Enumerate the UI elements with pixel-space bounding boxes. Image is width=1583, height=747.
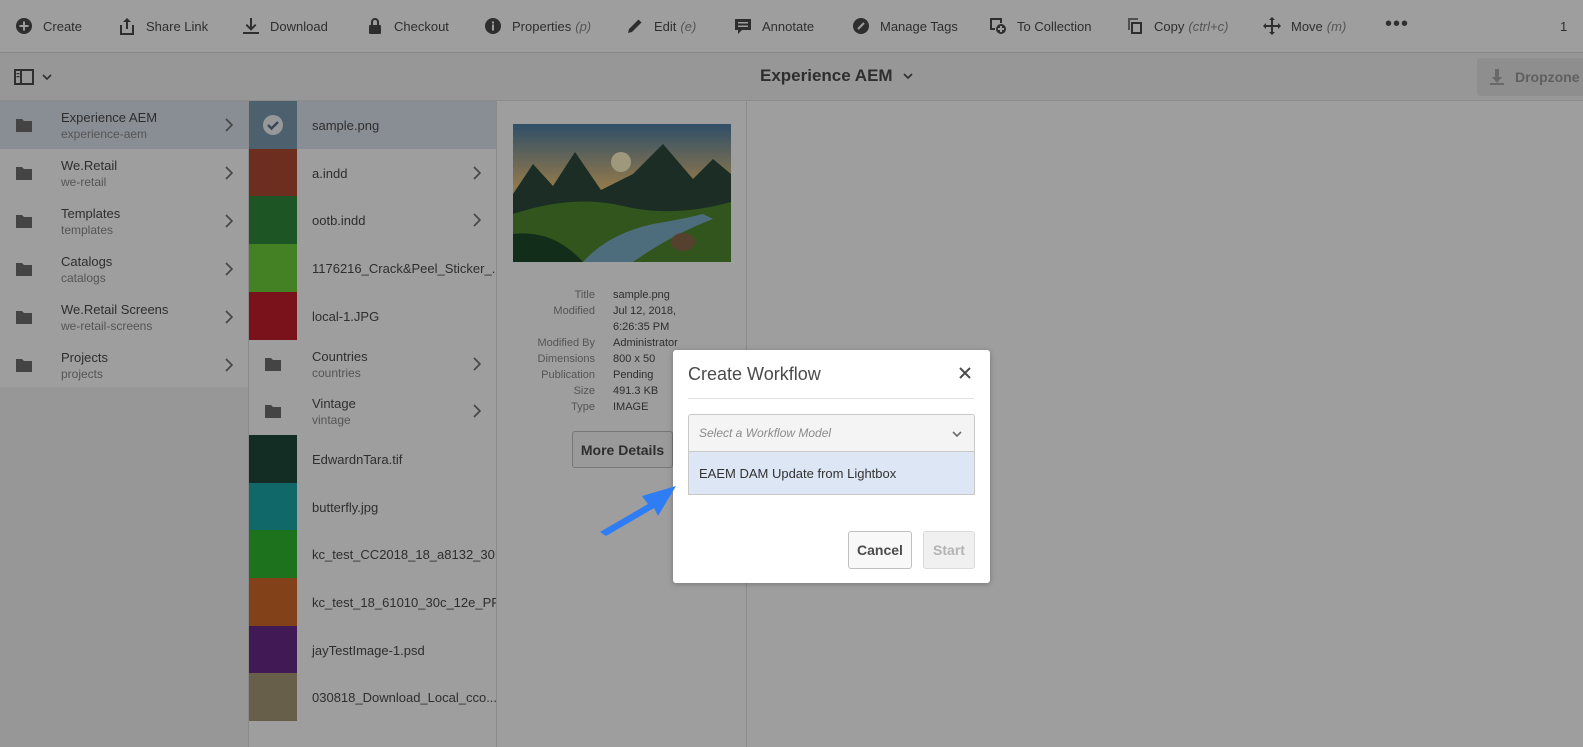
chevron-down-icon [952, 431, 962, 438]
workflow-model-select[interactable]: Select a Workflow Model [688, 414, 975, 452]
close-icon [959, 367, 971, 379]
dialog-title: Create Workflow [688, 364, 821, 384]
workflow-option-eaem-dam-update[interactable]: EAEM DAM Update from Lightbox [688, 452, 975, 495]
close-button[interactable] [959, 367, 971, 379]
annotation-arrow [600, 486, 676, 536]
start-button[interactable]: Start [923, 531, 975, 569]
cancel-button[interactable]: Cancel [848, 531, 912, 569]
workflow-option-label: EAEM DAM Update from Lightbox [699, 466, 897, 481]
create-workflow-dialog: Create Workflow Select a Workflow Model … [673, 350, 990, 583]
workflow-model-placeholder: Select a Workflow Model [699, 426, 832, 440]
dialog-divider [688, 398, 974, 399]
